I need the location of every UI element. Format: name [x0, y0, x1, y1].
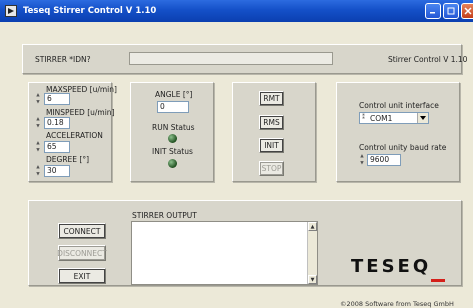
copyright-footer: ©2008 Software from Teseq GmbH: [340, 300, 454, 308]
run-status-led: [168, 134, 177, 143]
chevron-down-icon[interactable]: [417, 113, 428, 123]
idn-field[interactable]: [129, 52, 333, 65]
stirrer-output-label: STIRRER OUTPUT: [132, 211, 197, 220]
logo-accent-bar: [431, 279, 445, 282]
minspeed-spinner[interactable]: ▲ ▼: [35, 117, 41, 129]
rmt-button[interactable]: RMT: [259, 91, 284, 106]
scroll-down-icon[interactable]: ▼: [308, 275, 317, 284]
baud-rate-input[interactable]: 9600: [367, 154, 401, 166]
disconnect-button[interactable]: DISCONNECT: [57, 245, 107, 261]
maxspeed-spinner[interactable]: ▲ ▼: [35, 93, 41, 105]
close-button[interactable]: [461, 3, 473, 19]
com-port-icon: ⁑: [362, 114, 365, 121]
baud-rate-spinner[interactable]: ▲ ▼: [359, 154, 365, 166]
title-bar[interactable]: Teseq Stirrer Control V 1.10: [0, 0, 473, 22]
com-port-select[interactable]: ⁑ COM1: [359, 112, 429, 124]
output-scrollbar[interactable]: ▲ ▼: [307, 222, 317, 284]
degree-label: DEGREE [°]: [46, 155, 90, 164]
angle-label: ANGLE [°]: [155, 90, 193, 99]
init-status-label: INIT Status: [152, 147, 193, 156]
app-icon: [5, 5, 17, 17]
acceleration-label: ACCELERATION: [46, 131, 103, 140]
control-interface-label: Control unit interface: [359, 101, 439, 110]
exit-button[interactable]: EXIT: [58, 268, 106, 284]
stirrer-output-textarea[interactable]: ▲ ▼: [131, 221, 318, 285]
scroll-up-icon[interactable]: ▲: [308, 222, 317, 231]
init-status-led: [168, 159, 177, 168]
idn-panel: STIRRER *IDN? Stirrer Control V 1.10: [22, 44, 467, 74]
com-port-value: COM1: [370, 114, 393, 123]
interface-panel: Control unit interface ⁑ COM1 Control un…: [336, 82, 460, 182]
rms-button[interactable]: RMS: [259, 115, 284, 130]
stop-button[interactable]: STOP: [259, 161, 284, 176]
acceleration-input[interactable]: 65: [44, 141, 70, 153]
maxspeed-input[interactable]: 6: [44, 93, 70, 105]
teseq-logo: TESEQ: [351, 256, 445, 282]
status-panel: ANGLE [°] 0 RUN Status INIT Status: [130, 82, 214, 182]
minimize-button[interactable]: [425, 3, 441, 19]
degree-spinner[interactable]: ▲ ▼: [35, 165, 41, 177]
maximize-button[interactable]: [443, 3, 459, 19]
run-status-label: RUN Status: [152, 123, 195, 132]
connect-button[interactable]: CONNECT: [58, 223, 106, 239]
minspeed-input[interactable]: 0.18: [44, 117, 70, 129]
degree-input[interactable]: 30: [44, 165, 70, 177]
window-title: Teseq Stirrer Control V 1.10: [23, 6, 157, 16]
angle-field: 0: [157, 101, 189, 113]
parameter-panel: MAXSPEED [u/min] ▲ ▼ 6 MINSPEED [u/min] ▲…: [28, 82, 117, 182]
version-label: Stirrer Control V 1.10: [388, 55, 468, 64]
acceleration-spinner[interactable]: ▲ ▼: [35, 141, 41, 153]
minspeed-label: MINSPEED [u/min]: [46, 108, 115, 117]
idn-label: STIRRER *IDN?: [35, 55, 91, 64]
baud-rate-label: Control unity baud rate: [359, 143, 447, 152]
command-panel: RMT RMS INIT STOP: [232, 82, 316, 182]
connection-panel: CONNECT DISCONNECT EXIT STIRRER OUTPUT ▲…: [28, 200, 462, 286]
init-button[interactable]: INIT: [259, 138, 284, 153]
